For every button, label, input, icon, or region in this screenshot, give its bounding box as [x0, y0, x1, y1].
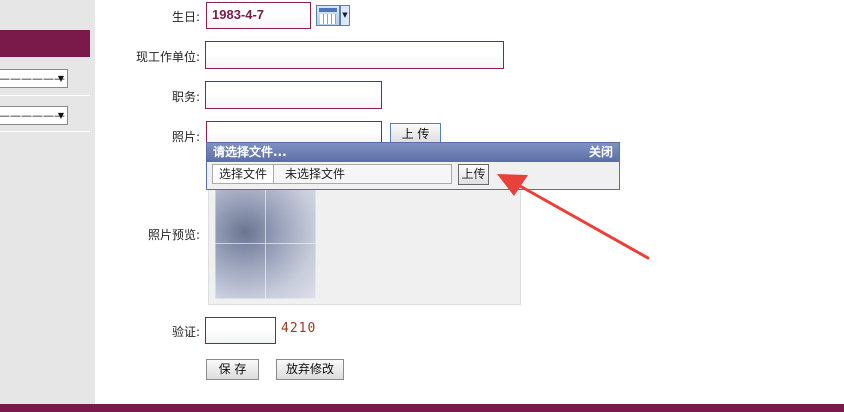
captcha-code: 4210	[281, 321, 317, 336]
save-button[interactable]: 保 存	[206, 359, 259, 380]
captcha-label: 验证:	[171, 325, 200, 339]
annotation-arrow	[497, 174, 650, 260]
footer-bar	[0, 404, 844, 412]
discard-button[interactable]: 放弃修改	[276, 359, 344, 380]
captcha-input[interactable]	[205, 317, 276, 344]
